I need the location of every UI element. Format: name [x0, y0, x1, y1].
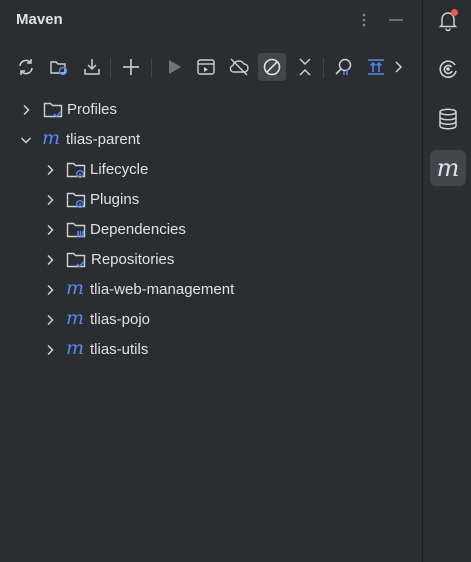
- tree-node-label: Dependencies: [90, 221, 186, 238]
- hide-panel-button[interactable]: [384, 8, 408, 32]
- reload-all-projects-button[interactable]: [12, 53, 40, 81]
- tree-node-plugins[interactable]: Plugins: [0, 185, 422, 215]
- chevron-right-icon[interactable]: [44, 224, 56, 236]
- tree-node-dependencies[interactable]: Dependencies: [0, 215, 422, 245]
- options-menu-button[interactable]: [352, 8, 376, 32]
- plus-icon: [123, 59, 139, 75]
- skip-tests-icon: [263, 58, 281, 76]
- chevron-down-icon[interactable]: [20, 134, 32, 146]
- folder-check-icon: [66, 252, 86, 268]
- database-button[interactable]: [430, 101, 466, 137]
- collapse-all-icon: [299, 58, 311, 76]
- show-basic-phases-button[interactable]: [362, 53, 390, 81]
- toolbar-separator: [323, 58, 324, 78]
- toggle-offline-mode-button[interactable]: [225, 53, 253, 81]
- bell-icon: [438, 9, 458, 32]
- tree-node-label: tlias-utils: [90, 341, 149, 358]
- tree-node-label: tlias-parent: [66, 131, 141, 148]
- maven-toolbar: [0, 50, 422, 84]
- tree-node-label: Profiles: [67, 101, 118, 118]
- dependency-analyzer-icon: [335, 58, 352, 75]
- tree-node-profiles[interactable]: Profiles: [0, 95, 422, 125]
- database-icon: [439, 108, 457, 130]
- analyze-dependencies-button[interactable]: [330, 53, 358, 81]
- chevron-right-icon[interactable]: [44, 314, 56, 326]
- tree-node-lifecycle[interactable]: Lifecycle: [0, 155, 422, 185]
- chevron-right-icon[interactable]: [44, 194, 56, 206]
- folder-gear-icon: [66, 192, 86, 208]
- tool-window-header: Maven: [0, 0, 422, 40]
- chevron-right-icon[interactable]: [44, 254, 56, 266]
- terminal-window-icon: [197, 59, 215, 75]
- folder-refresh-icon: [50, 61, 68, 76]
- generate-sources-button[interactable]: [45, 53, 73, 81]
- play-icon: [169, 60, 181, 74]
- maven-icon: m: [436, 154, 460, 182]
- run-maven-build-button[interactable]: [160, 53, 188, 81]
- folder-gear-icon: [66, 162, 86, 178]
- toolbar-separator: [110, 58, 111, 78]
- add-maven-project-button[interactable]: [117, 53, 145, 81]
- tree-node-tlias-utils[interactable]: m tlias-utils: [0, 335, 422, 365]
- reload-icon: [19, 59, 33, 75]
- phases-icon: [368, 59, 384, 75]
- chevron-right-icon[interactable]: [44, 164, 56, 176]
- maven-module-icon: m: [66, 307, 85, 329]
- tree-node-tlia-web-management[interactable]: m tlia-web-management: [0, 275, 422, 305]
- maven-module-icon: m: [66, 277, 85, 299]
- cloud-off-icon: [229, 58, 249, 76]
- chevron-right-icon[interactable]: [44, 344, 56, 356]
- tree-node-tlias-pojo[interactable]: m tlias-pojo: [0, 305, 422, 335]
- tree-node-label: tlia-web-management: [90, 281, 235, 298]
- minimize-icon: [389, 19, 403, 21]
- download-sources-button[interactable]: [78, 53, 106, 81]
- chevron-right-icon[interactable]: [44, 284, 56, 296]
- spiral-icon: [439, 60, 457, 78]
- tree-node-repositories[interactable]: Repositories: [0, 245, 422, 275]
- tree-node-label: Lifecycle: [90, 161, 149, 178]
- maven-module-icon: m: [42, 127, 61, 149]
- skip-tests-toggle[interactable]: [258, 53, 286, 81]
- collapse-all-button[interactable]: [291, 53, 319, 81]
- chevron-right-icon: [395, 61, 403, 73]
- chevron-right-icon[interactable]: [20, 104, 32, 116]
- more-vertical-icon: [362, 13, 366, 27]
- tree-node-tlias-parent[interactable]: m tlias-parent: [0, 125, 422, 155]
- notifications-button[interactable]: [430, 2, 466, 38]
- folder-check-icon: [43, 102, 63, 118]
- tree-node-label: Repositories: [91, 251, 175, 268]
- right-tool-strip: m: [423, 0, 471, 562]
- download-icon: [84, 59, 100, 75]
- panel-title: Maven: [16, 11, 63, 28]
- folder-library-icon: [66, 222, 86, 238]
- execute-goal-button[interactable]: [192, 53, 220, 81]
- toolbar-separator: [151, 58, 152, 78]
- ai-assistant-button[interactable]: [430, 51, 466, 87]
- maven-tool-window: Maven Profiles m tlias-parent Lifecycle …: [0, 0, 422, 562]
- tree-node-label: Plugins: [90, 191, 140, 208]
- more-toolbar-actions-button[interactable]: [388, 53, 408, 81]
- maven-tool-window-button[interactable]: m: [430, 150, 466, 186]
- tree-node-label: tlias-pojo: [90, 311, 151, 328]
- maven-module-icon: m: [66, 337, 85, 359]
